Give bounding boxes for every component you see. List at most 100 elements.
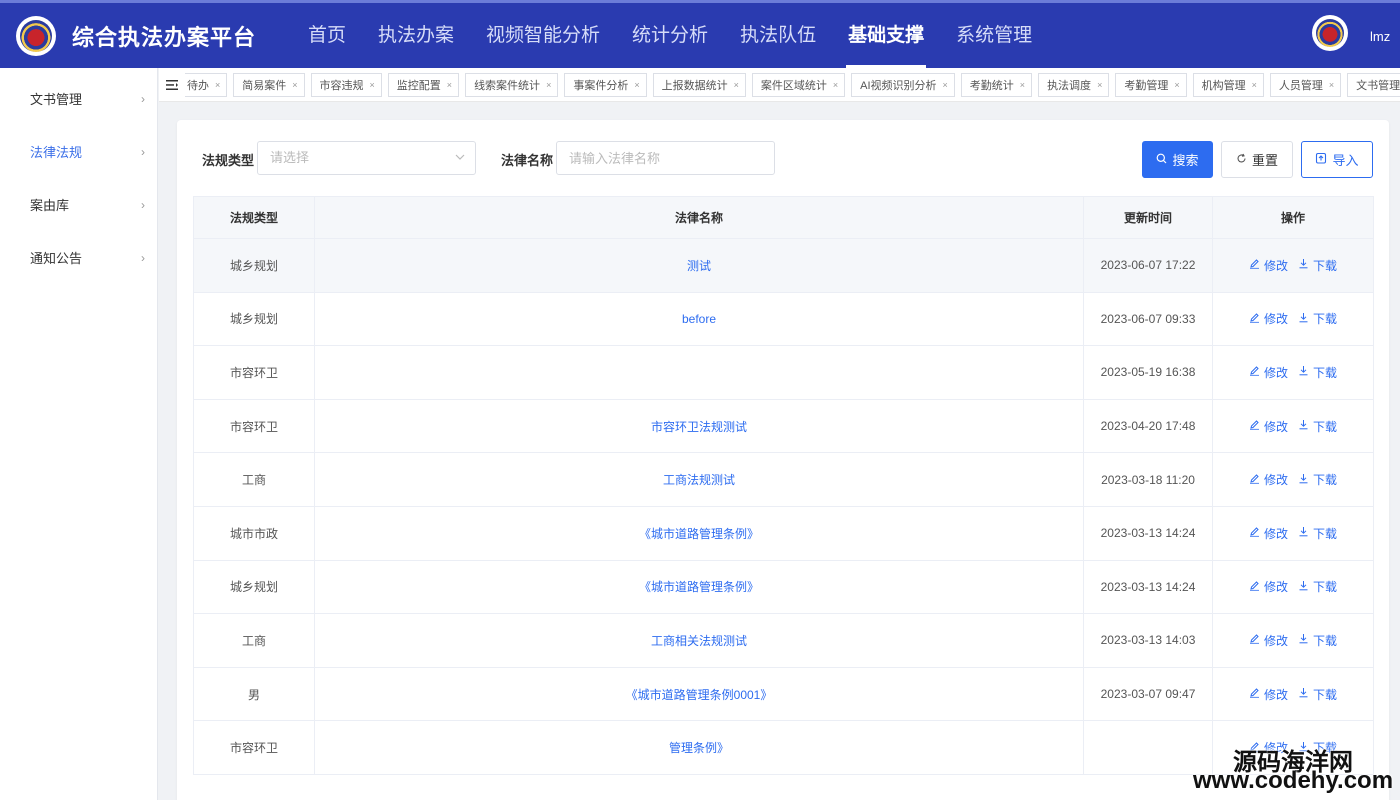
- close-icon[interactable]: ×: [370, 80, 375, 90]
- edit-button[interactable]: 修改: [1249, 525, 1288, 542]
- close-icon[interactable]: ×: [215, 80, 220, 90]
- name-search-input[interactable]: [556, 141, 775, 175]
- cell-law-name-link[interactable]: 测试: [314, 238, 1084, 293]
- edit-label: 修改: [1263, 258, 1288, 273]
- edit-button[interactable]: 修改: [1249, 471, 1288, 488]
- edit-label: 修改: [1263, 365, 1288, 380]
- close-icon[interactable]: ×: [943, 80, 948, 90]
- type-select[interactable]: 请选择: [257, 141, 476, 175]
- nav-item[interactable]: 视频智能分析: [470, 3, 616, 68]
- chevron-right-icon: ›: [141, 144, 145, 159]
- type-filter-label: 法规类型: [202, 153, 255, 168]
- close-icon[interactable]: ×: [1097, 80, 1102, 90]
- download-icon: [1298, 473, 1309, 487]
- sidebar-item[interactable]: 通知公告 ›: [0, 231, 157, 284]
- table-row: 工商 工商法规测试 2023-03-18 11:20 修改 下载: [193, 452, 1374, 507]
- download-button[interactable]: 下载: [1298, 525, 1337, 542]
- download-button[interactable]: 下载: [1298, 686, 1337, 703]
- sidebar-item[interactable]: 法律法规 ›: [0, 125, 157, 178]
- nav-item[interactable]: 执法办案: [362, 3, 470, 68]
- cell-update-time: 2023-03-07 09:47: [1083, 666, 1213, 722]
- tab[interactable]: 案件区域统计 ×: [751, 72, 846, 97]
- tab[interactable]: 线索案件统计 ×: [465, 72, 559, 97]
- name-filter-label: 法律名称: [501, 153, 554, 168]
- tab[interactable]: 监控配置 ×: [387, 72, 460, 97]
- close-icon[interactable]: ×: [1329, 80, 1334, 90]
- edit-button[interactable]: 修改: [1249, 310, 1288, 327]
- user-avatar[interactable]: [1312, 15, 1348, 51]
- cell-law-name-link[interactable]: 《城市道路管理条例》: [314, 505, 1084, 561]
- nav-item[interactable]: 系统管理: [940, 3, 1048, 68]
- menu-collapse-icon[interactable]: [159, 68, 185, 101]
- download-label: 下载: [1313, 473, 1338, 488]
- close-icon[interactable]: ×: [1020, 80, 1025, 90]
- search-button[interactable]: 搜索: [1142, 141, 1213, 178]
- tab[interactable]: 执法调度 ×: [1038, 72, 1110, 97]
- cell-law-name-link[interactable]: 《城市道路管理条例0001》: [314, 666, 1084, 722]
- close-icon[interactable]: ×: [734, 80, 739, 90]
- edit-button[interactable]: 修改: [1249, 686, 1288, 703]
- edit-button[interactable]: 修改: [1249, 578, 1288, 595]
- cell-law-name-link[interactable]: 工商法规测试: [314, 452, 1084, 507]
- sidebar-item-label: 法律法规: [30, 145, 83, 160]
- cell-update-time: 2023-06-07 09:33: [1083, 291, 1213, 347]
- tab-label: 简易案件: [242, 79, 287, 92]
- tab[interactable]: 考勤管理 ×: [1115, 72, 1187, 97]
- edit-icon: [1249, 258, 1260, 272]
- edit-button[interactable]: 修改: [1249, 418, 1288, 435]
- sidebar-item[interactable]: 案由库 ›: [0, 178, 157, 231]
- tab[interactable]: 文书管理×: [1347, 72, 1400, 97]
- tab[interactable]: 上报数据统计 ×: [652, 72, 746, 97]
- tab[interactable]: 事案件分析 ×: [564, 72, 647, 97]
- reset-button[interactable]: 重置: [1221, 141, 1293, 178]
- edit-button[interactable]: 修改: [1249, 632, 1288, 649]
- cell-law-name-link[interactable]: before: [314, 291, 1084, 347]
- tab[interactable]: 市容违规 ×: [310, 72, 382, 97]
- download-button[interactable]: 下载: [1298, 257, 1337, 274]
- download-label: 下载: [1313, 258, 1338, 273]
- search-button-label: 搜索: [1172, 153, 1199, 168]
- edit-icon: [1249, 580, 1260, 594]
- nav-item[interactable]: 执法队伍: [724, 3, 832, 68]
- download-button[interactable]: 下载: [1298, 632, 1337, 649]
- download-button[interactable]: 下载: [1298, 364, 1337, 381]
- tab-label: 市容违规: [319, 79, 364, 92]
- close-icon[interactable]: ×: [833, 80, 838, 90]
- cell-law-name-link[interactable]: 管理条例》: [314, 720, 1084, 775]
- cell-law-name-link[interactable]: 市容环卫法规测试: [314, 398, 1084, 454]
- cell-law-type: 市容环卫: [193, 345, 315, 400]
- tab[interactable]: 机构管理 ×: [1192, 72, 1264, 97]
- nav-item[interactable]: 统计分析: [616, 3, 724, 68]
- cell-law-name-link[interactable]: 《城市道路管理条例》: [314, 559, 1084, 615]
- download-label: 下载: [1313, 312, 1338, 327]
- table-row: 男《城市道路管理条例0001》 2023-03-07 09:47 修改 下载: [193, 666, 1374, 722]
- close-icon[interactable]: ×: [1174, 80, 1179, 90]
- tab[interactable]: AI视频识别分析 ×: [851, 72, 955, 97]
- close-icon[interactable]: ×: [1252, 80, 1257, 90]
- cell-law-name-link[interactable]: [314, 345, 1084, 400]
- cell-law-name-link[interactable]: 工商相关法规测试: [314, 613, 1084, 668]
- download-button[interactable]: 下载: [1298, 578, 1337, 595]
- edit-button[interactable]: 修改: [1249, 257, 1288, 274]
- user-name[interactable]: lmz: [1370, 29, 1390, 44]
- sidebar: 文书管理 › 法律法规 › 案由库 › 通知公告 ›: [0, 68, 158, 800]
- nav-item[interactable]: 首页: [292, 3, 362, 68]
- edit-icon: [1249, 473, 1260, 487]
- close-icon[interactable]: ×: [447, 80, 452, 90]
- edit-button[interactable]: 修改: [1249, 364, 1288, 381]
- column-header: 法律名称: [314, 196, 1084, 239]
- download-button[interactable]: 下载: [1298, 418, 1337, 435]
- download-icon: [1298, 526, 1309, 540]
- download-button[interactable]: 下载: [1298, 310, 1337, 327]
- import-button[interactable]: 导入: [1301, 141, 1373, 178]
- download-button[interactable]: 下载: [1298, 471, 1337, 488]
- nav-item[interactable]: 基础支撑: [832, 3, 940, 68]
- tab[interactable]: 考勤统计 ×: [960, 72, 1033, 97]
- tab[interactable]: 人员管理 ×: [1269, 72, 1342, 97]
- sidebar-item[interactable]: 文书管理 ›: [0, 72, 157, 125]
- close-icon[interactable]: ×: [292, 80, 297, 90]
- tab[interactable]: 待办 ×: [185, 72, 228, 97]
- close-icon[interactable]: ×: [546, 80, 551, 90]
- close-icon[interactable]: ×: [634, 80, 639, 90]
- tab[interactable]: 简易案件 ×: [233, 72, 305, 97]
